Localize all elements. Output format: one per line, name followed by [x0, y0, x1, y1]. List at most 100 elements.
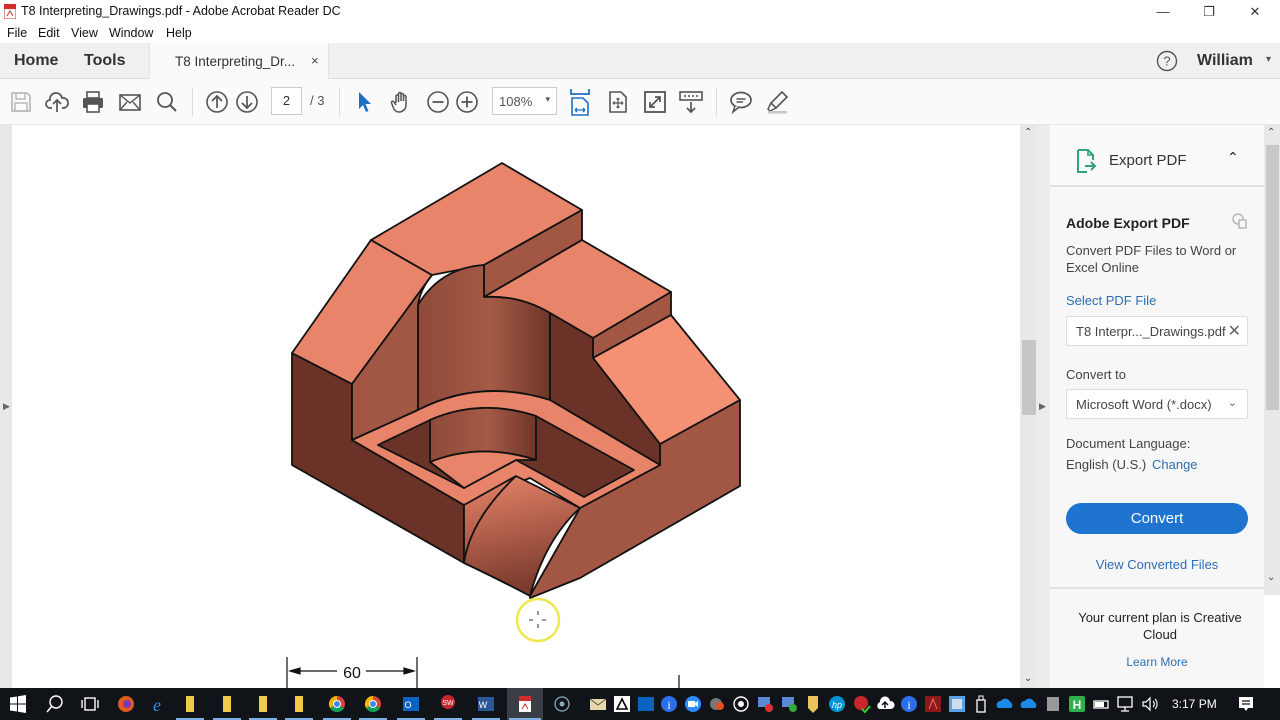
select-pdf-file-label[interactable]: Select PDF File: [1066, 293, 1156, 308]
clear-file-icon[interactable]: ✕: [1228, 321, 1241, 341]
hp-icon[interactable]: hp: [827, 694, 847, 714]
collapse-chevron-icon[interactable]: ⌃: [1227, 149, 1239, 166]
full-screen-icon[interactable]: [643, 90, 667, 114]
zoom-icon[interactable]: [683, 694, 703, 714]
scrollbar-thumb[interactable]: [1022, 340, 1036, 415]
help-icon[interactable]: ?: [1156, 50, 1178, 72]
h-icon[interactable]: H: [1067, 694, 1087, 714]
convert-button[interactable]: Convert: [1066, 503, 1248, 534]
zoom-level-select[interactable]: 108% ▾: [492, 87, 557, 115]
menu-view[interactable]: View: [71, 26, 98, 40]
right-pane-toggle[interactable]: ▶: [1036, 125, 1050, 688]
folder-icon[interactable]: [180, 694, 200, 714]
document-view[interactable]: 60: [12, 125, 1020, 688]
network-icon[interactable]: [755, 694, 775, 714]
network-icon[interactable]: [1115, 694, 1135, 714]
previous-page-icon[interactable]: [205, 90, 229, 114]
page-number-input[interactable]: 2: [271, 87, 302, 115]
fit-width-icon[interactable]: [568, 88, 592, 116]
zoom-out-icon[interactable]: [426, 90, 450, 114]
email-icon[interactable]: [118, 90, 142, 114]
collapse-right-pane-icon[interactable]: ▶: [1039, 401, 1046, 412]
tab-tools[interactable]: Tools: [84, 52, 125, 70]
print-icon[interactable]: [81, 90, 105, 114]
acrobat-icon[interactable]: [515, 694, 535, 714]
hand-pan-icon[interactable]: [389, 90, 413, 114]
minimize-button[interactable]: —: [1140, 0, 1186, 23]
user-name[interactable]: William: [1197, 52, 1253, 70]
panel-scrollbar[interactable]: ⌃ ⌄: [1264, 125, 1280, 595]
outlook-icon[interactable]: O: [401, 694, 421, 714]
menu-help[interactable]: Help: [166, 26, 192, 40]
upload-icon[interactable]: [875, 694, 895, 714]
power-icon[interactable]: [1091, 694, 1111, 714]
close-window-button[interactable]: ✕: [1232, 0, 1278, 23]
highlight-icon[interactable]: [765, 90, 789, 114]
user-menu-caret-icon[interactable]: ▾: [1266, 54, 1271, 65]
panel-scrollbar-thumb[interactable]: [1266, 145, 1279, 410]
export-pdf-header[interactable]: Export PDF ⌃: [1050, 125, 1264, 187]
change-language-link[interactable]: Change: [1152, 457, 1198, 472]
menu-edit[interactable]: Edit: [38, 26, 60, 40]
record-icon[interactable]: [731, 694, 751, 714]
tab-home[interactable]: Home: [14, 52, 58, 70]
scroll-down-icon[interactable]: ⌄: [1024, 673, 1032, 684]
menu-window[interactable]: Window: [109, 26, 153, 40]
convert-to-select[interactable]: Microsoft Word (*.docx) ⌄: [1066, 389, 1248, 419]
firefox-icon[interactable]: [116, 694, 136, 714]
solidworks-icon[interactable]: SW: [438, 694, 458, 714]
folder-icon[interactable]: [217, 694, 237, 714]
search-icon[interactable]: [155, 90, 179, 114]
selected-file-field[interactable]: T8 Interpr..._Drawings.pdf ✕: [1066, 316, 1248, 346]
folder-icon[interactable]: [289, 694, 309, 714]
onedrive-icon[interactable]: [1019, 694, 1039, 714]
next-page-icon[interactable]: [235, 90, 259, 114]
tab-document[interactable]: T8 Interpreting_Dr... ×: [149, 43, 329, 79]
menu-file[interactable]: File: [7, 26, 27, 40]
upload-cloud-icon[interactable]: [45, 90, 69, 114]
info-icon[interactable]: i: [659, 694, 679, 714]
windows-start-icon[interactable]: [8, 694, 28, 714]
panel-scroll-up-icon[interactable]: ⌃: [1267, 127, 1275, 138]
document-scrollbar[interactable]: ⌃ ⌄: [1020, 125, 1036, 688]
save-icon[interactable]: [9, 90, 33, 114]
shield-icon[interactable]: [803, 694, 823, 714]
comment-icon[interactable]: [729, 90, 753, 114]
scroll-up-icon[interactable]: ⌃: [1024, 127, 1032, 138]
task-view-icon[interactable]: [80, 694, 100, 714]
restore-button[interactable]: ❐: [1186, 0, 1232, 23]
app-icon[interactable]: [947, 694, 967, 714]
fit-page-icon[interactable]: [606, 90, 630, 114]
network-icon[interactable]: [779, 694, 799, 714]
view-converted-files-link[interactable]: View Converted Files: [1050, 557, 1264, 572]
drive-icon[interactable]: [612, 694, 632, 714]
outlook-icon[interactable]: [636, 694, 656, 714]
word-icon[interactable]: W: [476, 694, 496, 714]
select-pointer-icon[interactable]: [353, 90, 377, 114]
learn-more-link[interactable]: Learn More: [1050, 655, 1264, 669]
chrome-icon[interactable]: [363, 694, 383, 714]
record-icon[interactable]: [552, 694, 572, 714]
panel-scroll-down-icon[interactable]: ⌄: [1267, 572, 1275, 583]
chrome-icon[interactable]: [327, 694, 347, 714]
folder-icon[interactable]: [253, 694, 273, 714]
left-navigation-pane[interactable]: ▶: [0, 125, 12, 688]
expand-left-pane-icon[interactable]: ▶: [3, 401, 10, 412]
close-tab-icon[interactable]: ×: [311, 53, 319, 68]
mail-icon[interactable]: [588, 694, 608, 714]
printer-icon[interactable]: [1043, 694, 1063, 714]
notification-icon[interactable]: [1236, 694, 1256, 714]
solidworks-icon[interactable]: [851, 694, 871, 714]
acrobat-icon[interactable]: [923, 694, 943, 714]
settings-icon[interactable]: [707, 694, 727, 714]
info-icon[interactable]: i: [899, 694, 919, 714]
edge-icon[interactable]: e: [147, 694, 167, 714]
toolbar-separator: [339, 88, 340, 116]
search-icon[interactable]: [45, 694, 65, 714]
onedrive-icon[interactable]: [995, 694, 1015, 714]
zoom-in-icon[interactable]: [455, 90, 479, 114]
usb-icon[interactable]: [971, 694, 991, 714]
system-clock[interactable]: 3:17 PM: [1172, 697, 1217, 711]
volume-icon[interactable]: [1140, 694, 1160, 714]
scroll-mode-icon[interactable]: [679, 90, 703, 114]
